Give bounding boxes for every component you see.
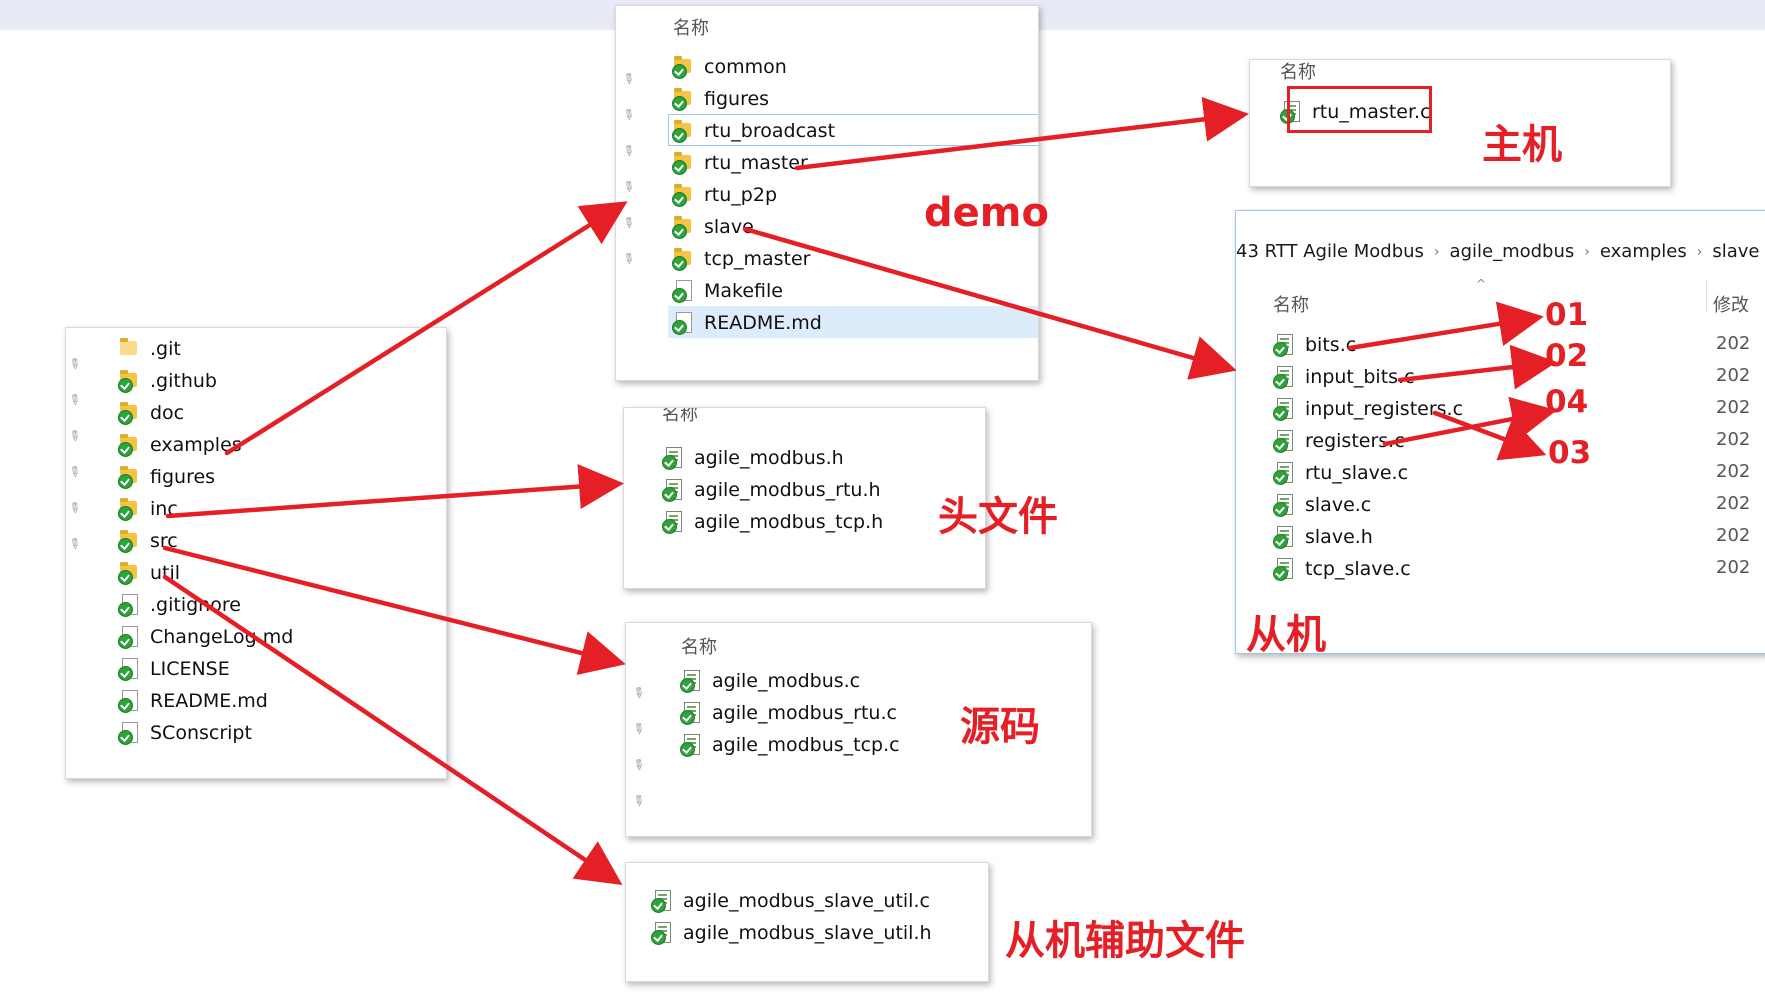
arrow-inc-to-headers — [165, 464, 624, 519]
label-slave: 从机 — [1246, 612, 1326, 658]
arrow-slave-to-slave-folder — [742, 226, 1237, 380]
label-source: 源码 — [960, 704, 1040, 750]
arrow-bits-01 — [1347, 301, 1544, 351]
arrow-src-to-source — [162, 545, 626, 676]
label-demo: demo — [924, 190, 1049, 236]
label-headers: 头文件 — [938, 494, 1058, 540]
label-slave-util: 从机辅助文件 — [1005, 918, 1245, 964]
arrow-util-to-slave-util — [162, 574, 623, 886]
label-master: 主机 — [1482, 122, 1562, 168]
arrow-examples-to-demo — [224, 201, 628, 456]
arrow-input-bits-02 — [1397, 344, 1557, 390]
label-04: 04 — [1545, 384, 1589, 420]
label-02: 02 — [1545, 338, 1589, 374]
label-03: 03 — [1548, 435, 1592, 471]
arrow-registers-04 — [1382, 396, 1557, 447]
label-01: 01 — [1545, 297, 1589, 333]
arrow-rtu-master-to-master — [794, 96, 1249, 171]
